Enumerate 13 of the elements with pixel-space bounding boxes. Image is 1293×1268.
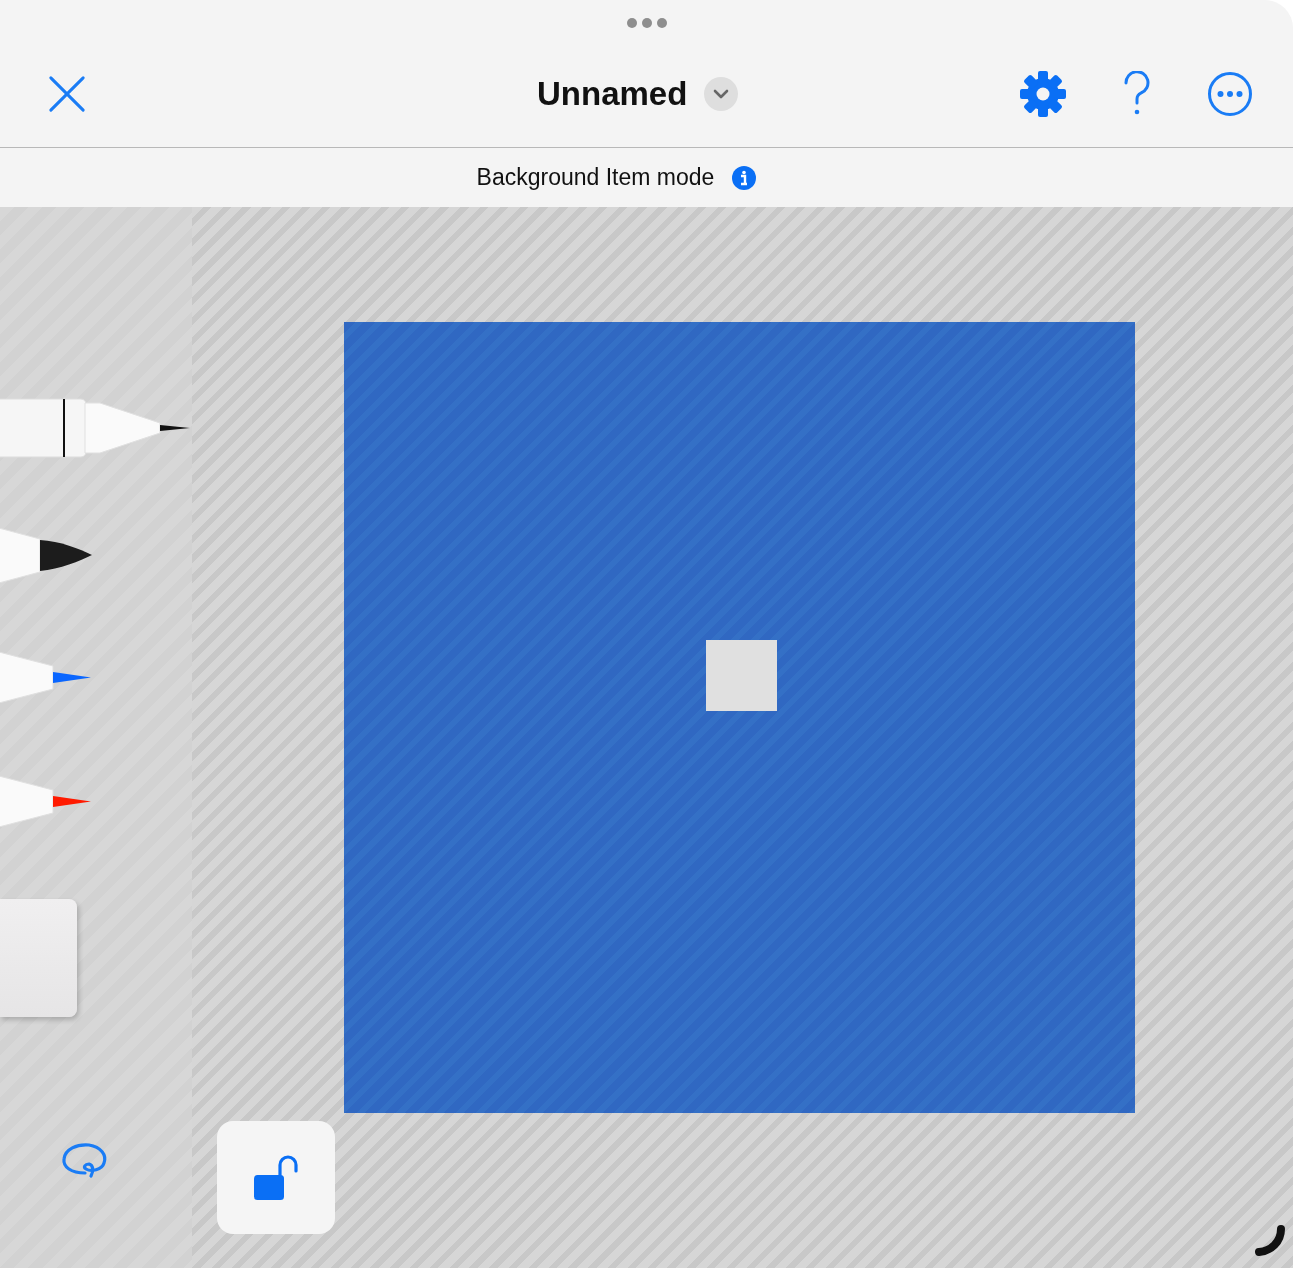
help-icon[interactable] <box>1123 71 1151 117</box>
info-icon[interactable] <box>732 165 757 190</box>
close-icon[interactable] <box>48 75 86 113</box>
more-icon[interactable] <box>1207 71 1253 117</box>
mode-banner-text: Background Item mode <box>476 164 715 191</box>
chevron-down-icon[interactable] <box>704 77 739 111</box>
square-item <box>706 640 777 711</box>
pencil-stroke-icon <box>1253 1224 1287 1258</box>
grabber-dots-icon[interactable] <box>626 18 667 28</box>
lock-button[interactable] <box>217 1121 335 1234</box>
document-title: Unnamed <box>537 75 688 113</box>
lock-icon <box>251 1152 301 1203</box>
settings-icon[interactable] <box>1019 70 1067 118</box>
